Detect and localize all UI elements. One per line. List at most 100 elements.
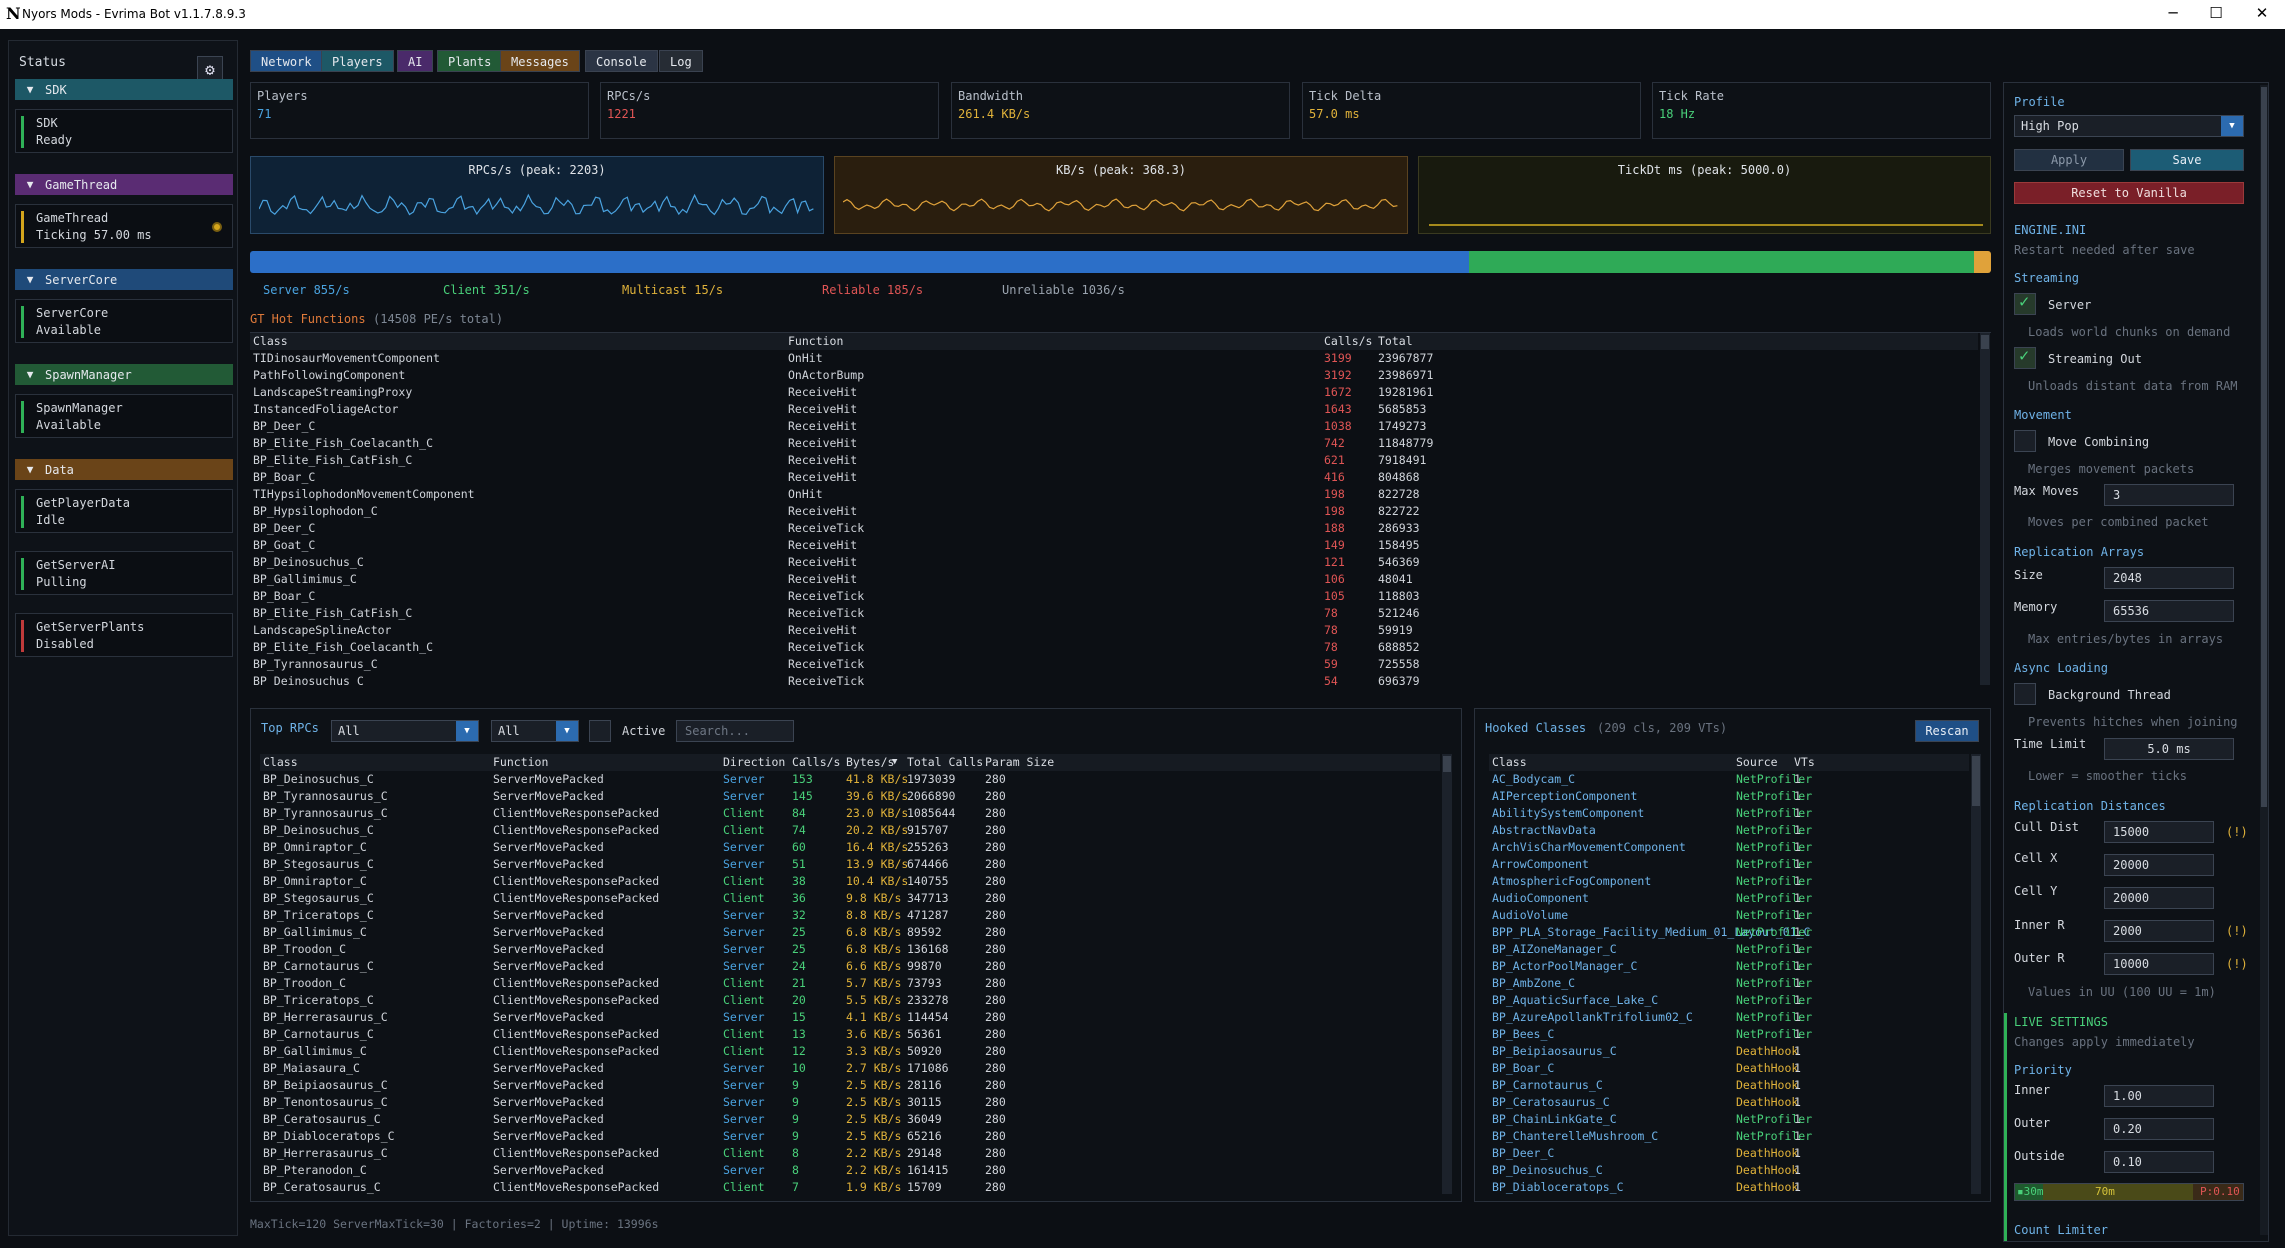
tab-network[interactable]: Network [250,50,323,72]
priority-outside-input[interactable]: 0.10 [2104,1151,2214,1173]
server-streaming-checkbox[interactable] [2014,292,2036,315]
tab-messages[interactable]: Messages [500,50,580,72]
table-row[interactable]: BP_Pteranodon_C ServerMovePacked Server 8 2.… [260,1162,1453,1179]
sort-desc-icon[interactable]: ▼ [892,754,897,771]
column-header-total[interactable]: Total [1378,333,1413,350]
table-row[interactable]: InstancedFoliageActor ReceiveHit 1643 56858… [250,401,1991,418]
column-header-bytes-s[interactable]: Bytes/s [846,754,894,771]
table-row[interactable]: BP_Goat_C ReceiveHit 149 158495 [250,537,1991,554]
table-row[interactable]: BP_ChainLinkGate_C NetProfiler 1 [1489,1111,1983,1128]
active-checkbox[interactable] [589,720,611,742]
table-row[interactable]: BP_AzureApollankTrifolium02_C NetProfiler… [1489,1009,1983,1026]
table-row[interactable]: BP_Carnotaurus_C ServerMovePacked Server 24… [260,958,1453,975]
table-row[interactable]: TIHypsilophodonMovementComponent OnHit 198… [250,486,1991,503]
table-row[interactable]: TIDinosaurMovementComponent OnHit 3199 2396… [250,350,1991,367]
table-row[interactable]: BP_Omniraptor_C ServerMovePacked Server 60 1… [260,839,1453,856]
column-header-function[interactable]: Function [493,754,548,771]
tab-players[interactable]: Players [321,50,394,72]
table-row[interactable]: AudioVolume NetProfiler 1 [1489,907,1983,924]
table-row[interactable]: BP_Troodon_C ServerMovePacked Server 25 6.8 … [260,941,1453,958]
tab-ai[interactable]: AI [397,50,434,72]
table-row[interactable]: BPP_PLA_Storage_Facility_Medium_01_Layou… [1489,924,1983,941]
table-row[interactable]: LandscapeStreamingProxy ReceiveHit 1672 192… [250,384,1991,401]
table-row[interactable]: AbilitySystemComponent NetProfiler 1 [1489,805,1983,822]
table-row[interactable]: BP_Deinosuchus_C ReceiveTick 54 696379 [250,673,1991,685]
streaming-out-checkbox[interactable] [2014,346,2036,369]
direction-filter-select[interactable]: All ▼ [491,720,579,742]
column-header-total-calls[interactable]: Total Calls [907,754,983,771]
column-header-function[interactable]: Function [788,333,843,350]
table-row[interactable]: AIPerceptionComponent NetProfiler 1 [1489,788,1983,805]
rpcs-scrollbar[interactable] [1442,754,1452,1194]
table-row[interactable]: AtmosphericFogComponent NetProfiler 1 [1489,873,1983,890]
table-row[interactable]: AC_Bodycam_C NetProfiler 1 [1489,771,1983,788]
move-combining-checkbox[interactable] [2014,430,2036,452]
save-button[interactable]: Save [2130,149,2244,171]
column-header-param-size[interactable]: Param Size [985,754,1054,771]
table-row[interactable]: BP_Stegosaurus_C ServerMovePacked Server 51… [260,856,1453,873]
column-header-direction[interactable]: Direction [723,754,785,771]
table-row[interactable]: BP_Bees_C NetProfiler 1 [1489,1026,1983,1043]
rpc-search-input[interactable]: Search... [676,720,794,742]
tab-console[interactable]: Console [585,50,658,72]
table-row[interactable]: BP_Tyrannosaurus_C ReceiveTick 59 725558 [250,656,1991,673]
minimize-button[interactable]: ─ [2158,4,2188,22]
cull-dist-input[interactable]: 15000 [2104,821,2214,843]
table-row[interactable]: BP_Deer_C DeathHook 1 [1489,1145,1983,1162]
table-row[interactable]: BP_Gallimimus_C ClientMoveResponsePacked C… [260,1043,1453,1060]
section-header-spawnmanager[interactable]: ▼ SpawnManager [15,364,233,385]
cell-y-input[interactable]: 20000 [2104,887,2214,909]
reset-to-vanilla-button[interactable]: Reset to Vanilla [2014,182,2244,204]
table-row[interactable]: BP_Triceratops_C ServerMovePacked Server 32… [260,907,1453,924]
table-row[interactable]: AbstractNavData NetProfiler 1 [1489,822,1983,839]
memory-input[interactable]: 65536 [2104,600,2234,622]
table-row[interactable]: BP_Diabloceratops_C DeathHook 1 [1489,1179,1983,1194]
table-row[interactable]: BP_Carnotaurus_C ClientMoveResponsePacked… [260,1026,1453,1043]
column-header-class[interactable]: Class [1492,754,1527,771]
table-row[interactable]: BP_Deinosuchus_C DeathHook 1 [1489,1162,1983,1179]
table-row[interactable]: BP_Triceratops_C ClientMoveResponsePacked… [260,992,1453,1009]
cell-x-input[interactable]: 20000 [2104,854,2214,876]
section-header-gamethread[interactable]: ▼ GameThread [15,174,233,195]
table-row[interactable]: BP_Elite_Fish_CatFish_C ReceiveHit 621 7918… [250,452,1991,469]
table-row[interactable]: BP_Gallimimus_C ServerMovePacked Server 25 6… [260,924,1453,941]
hooked-scrollbar[interactable] [1971,754,1981,1194]
table-row[interactable]: BP_Hypsilophodon_C ReceiveHit 198 822722 [250,503,1991,520]
table-row[interactable]: BP_Ceratosaurus_C ClientMoveResponsePacke… [260,1179,1453,1194]
rescan-button[interactable]: Rescan [1915,720,1979,742]
table-row[interactable]: BP_Elite_Fish_Coelacanth_C ReceiveHit 742 1… [250,435,1991,452]
column-header-class[interactable]: Class [263,754,298,771]
table-row[interactable]: BP_Deer_C ReceiveHit 1038 1749273 [250,418,1991,435]
table-row[interactable]: BP_Beipiaosaurus_C ServerMovePacked Server… [260,1077,1453,1094]
tab-plants[interactable]: Plants [437,50,503,72]
table-row[interactable]: BP_Omniraptor_C ClientMoveResponsePacked C… [260,873,1453,890]
table-row[interactable]: BP_Diabloceratops_C ServerMovePacked Serve… [260,1128,1453,1145]
profile-select[interactable]: High Pop ▼ [2014,115,2244,137]
size-input[interactable]: 2048 [2104,567,2234,589]
inner-r-input[interactable]: 2000 [2104,920,2214,942]
section-header-sdk[interactable]: ▼ SDK [15,79,233,100]
table-row[interactable]: AudioComponent NetProfiler 1 [1489,890,1983,907]
table-row[interactable]: BP_Maiasaura_C ServerMovePacked Server 10 2.… [260,1060,1453,1077]
table-row[interactable]: BP_Herrerasaurus_C ServerMovePacked Server… [260,1009,1453,1026]
table-row[interactable]: BP_Elite_Fish_Coelacanth_C ReceiveTick 78 6… [250,639,1991,656]
table-row[interactable]: BP_Boar_C ReceiveTick 105 118803 [250,588,1991,605]
section-header-servercore[interactable]: ▼ ServerCore [15,269,233,290]
max-moves-input[interactable]: 3 [2104,484,2234,506]
background-thread-checkbox[interactable] [2014,683,2036,705]
table-row[interactable]: BP_Troodon_C ClientMoveResponsePacked Clie… [260,975,1453,992]
tab-log[interactable]: Log [659,50,703,72]
settings-scrollbar[interactable] [2260,85,2268,1235]
table-row[interactable]: BP_Boar_C DeathHook 1 [1489,1060,1983,1077]
table-row[interactable]: BP_Stegosaurus_C ClientMoveResponsePacked… [260,890,1453,907]
section-header-data[interactable]: ▼ Data [15,459,233,480]
table-row[interactable]: BP_Herrerasaurus_C ClientMoveResponsePack… [260,1145,1453,1162]
table-row[interactable]: BP_Tenontosaurus_C ServerMovePacked Server… [260,1094,1453,1111]
priority-outer-input[interactable]: 0.20 [2104,1118,2214,1140]
table-row[interactable]: BP_AmbZone_C NetProfiler 1 [1489,975,1983,992]
table-row[interactable]: BP_AIZoneManager_C NetProfiler 1 [1489,941,1983,958]
maximize-button[interactable]: ☐ [2201,4,2231,22]
table-row[interactable]: BP_AquaticSurface_Lake_C NetProfiler 1 [1489,992,1983,1009]
table-row[interactable]: ArrowComponent NetProfiler 1 [1489,856,1983,873]
table-row[interactable]: BP_Beipiaosaurus_C DeathHook 1 [1489,1043,1983,1060]
